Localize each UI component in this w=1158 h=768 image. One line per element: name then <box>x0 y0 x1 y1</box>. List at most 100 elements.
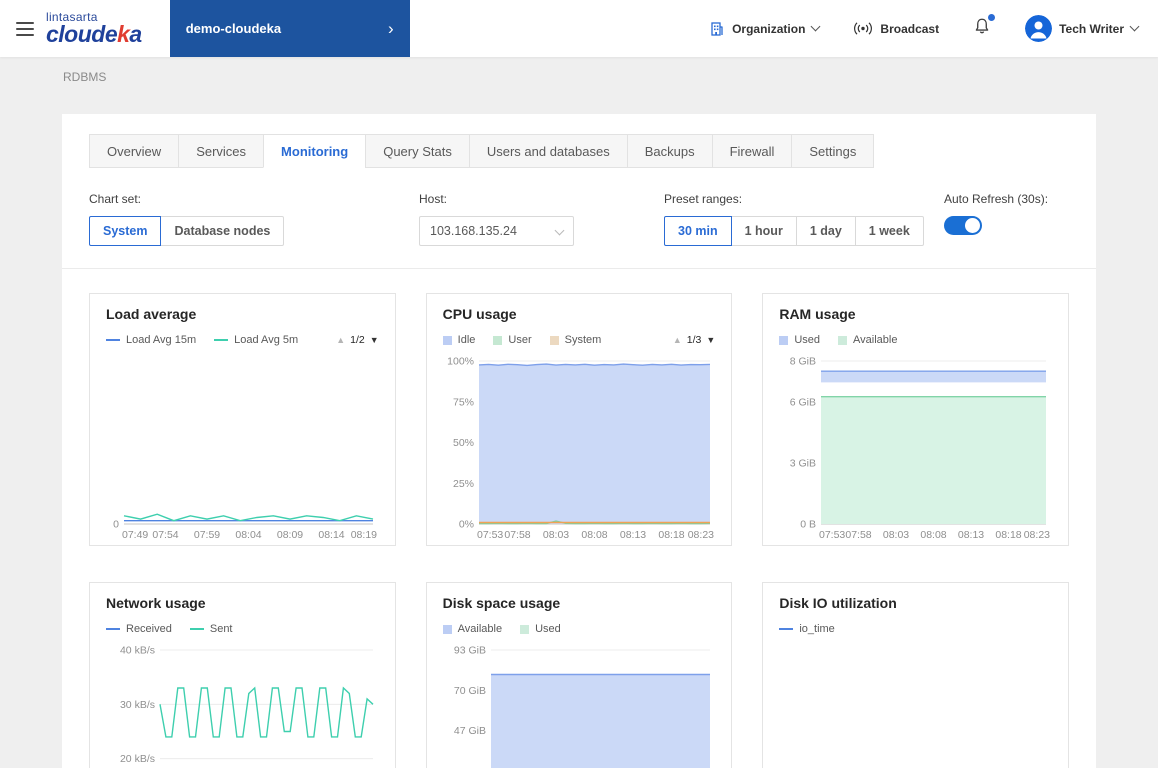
notification-dot <box>988 14 995 21</box>
tab-overview[interactable]: Overview <box>89 134 179 168</box>
legend-item-load-avg-15m[interactable]: Load Avg 15m <box>106 334 196 346</box>
auto-refresh-toggle[interactable] <box>944 216 982 235</box>
legend-item-received[interactable]: Received <box>106 623 172 635</box>
chart-card-disk-space-usage: Disk space usageAvailableUsed93 GiB70 Gi… <box>426 582 733 768</box>
app-header: lintasarta cloudeka demo-cloudeka › Orga… <box>0 0 1158 57</box>
tab-settings[interactable]: Settings <box>791 134 874 168</box>
svg-text:6 GiB: 6 GiB <box>790 396 816 408</box>
chart-canvas: 93 GiB70 GiB47 GiB23 GiB <box>443 643 716 768</box>
svg-text:07:59: 07:59 <box>194 529 220 541</box>
tab-firewall[interactable]: Firewall <box>712 134 793 168</box>
tab-services[interactable]: Services <box>178 134 264 168</box>
legend-marker <box>520 625 529 634</box>
svg-text:0%: 0% <box>458 519 473 531</box>
svg-text:08:14: 08:14 <box>318 529 344 541</box>
legend-item-available[interactable]: Available <box>443 623 502 635</box>
legend-label: Used <box>535 623 561 635</box>
chart-set-label: Chart set: <box>89 192 419 206</box>
legend-label: Load Avg 15m <box>126 334 196 346</box>
legend-item-used[interactable]: Used <box>779 334 820 346</box>
legend-label: Sent <box>210 623 233 635</box>
auto-refresh-group: Auto Refresh (30s): <box>944 192 1069 235</box>
chart-title: RAM usage <box>779 306 1052 322</box>
svg-text:75%: 75% <box>453 396 474 408</box>
chart-controls: Chart set: SystemDatabase nodes Host: 10… <box>89 192 1069 246</box>
legend-page-up-icon[interactable]: ▲ <box>673 335 682 345</box>
tab-users-and-databases[interactable]: Users and databases <box>469 134 628 168</box>
legend-page-up-icon[interactable]: ▲ <box>336 335 345 345</box>
tab-bar: OverviewServicesMonitoringQuery StatsUse… <box>89 134 1069 168</box>
chart-set-button-system[interactable]: System <box>89 216 161 246</box>
legend-item-load-avg-5m[interactable]: Load Avg 5m <box>214 334 298 346</box>
legend-marker <box>190 628 204 630</box>
svg-text:70 GiB: 70 GiB <box>454 685 486 697</box>
chart-canvas: 8 GiB6 GiB3 GiB0 B07:5307:5808:0308:0808… <box>779 354 1052 542</box>
legend-pager: ▲1/3▼ <box>673 334 715 346</box>
legend-marker <box>550 336 559 345</box>
preset-button-30-min[interactable]: 30 min <box>664 216 732 246</box>
svg-text:08:04: 08:04 <box>235 529 261 541</box>
broadcast-button[interactable]: Broadcast <box>853 21 939 36</box>
legend-marker <box>779 628 793 630</box>
tab-backups[interactable]: Backups <box>627 134 713 168</box>
chart-set-button-group: SystemDatabase nodes <box>89 216 284 246</box>
tab-monitoring[interactable]: Monitoring <box>263 134 366 168</box>
chart-card-ram-usage: RAM usageUsedAvailable8 GiB6 GiB3 GiB0 B… <box>762 293 1069 546</box>
svg-text:08:13: 08:13 <box>620 529 646 541</box>
chart-title: Load average <box>106 306 379 322</box>
chart-card-load-average: Load average Load Avg 15m Load Avg 5m ▲ 1/2 ▼… <box>89 293 396 546</box>
svg-text:08:13: 08:13 <box>958 529 984 541</box>
user-menu[interactable]: Tech Writer <box>1025 15 1138 42</box>
legend-item-user[interactable]: User <box>493 334 531 346</box>
chart-card-cpu-usage: CPU usageIdleUserSystem▲1/3▼100%75%50%25… <box>426 293 733 546</box>
host-select[interactable]: 103.168.135.24 <box>419 216 574 246</box>
charts-grid: Load average Load Avg 15m Load Avg 5m ▲ 1/2 ▼… <box>89 293 1069 768</box>
svg-text:93 GiB: 93 GiB <box>454 645 486 657</box>
rdbms-detail-card: OverviewServicesMonitoringQuery StatsUse… <box>62 114 1096 768</box>
chart-set-button-database-nodes[interactable]: Database nodes <box>160 216 284 246</box>
chart-legend: Available Used <box>443 621 716 637</box>
chart-set-group: Chart set: SystemDatabase nodes <box>89 192 419 246</box>
chart-title: CPU usage <box>443 306 716 322</box>
preset-button-1-day[interactable]: 1 day <box>796 216 856 246</box>
chart-canvas: 40 kB/s30 kB/s20 kB/s10 kB/s <box>106 643 379 768</box>
legend-item-used[interactable]: Used <box>520 623 561 635</box>
svg-text:47 GiB: 47 GiB <box>454 725 486 737</box>
organization-menu[interactable]: Organization <box>709 21 819 37</box>
preset-button-1-hour[interactable]: 1 hour <box>731 216 797 246</box>
preset-button-1-week[interactable]: 1 week <box>855 216 924 246</box>
legend-item-io-time[interactable]: io_time <box>779 623 834 635</box>
tab-query-stats[interactable]: Query Stats <box>365 134 470 168</box>
legend-marker <box>443 336 452 345</box>
legend-marker <box>214 339 228 341</box>
legend-pager: ▲ 1/2 ▼ <box>336 334 378 346</box>
svg-text:08:19: 08:19 <box>351 529 377 541</box>
legend-page-down-icon[interactable]: ▼ <box>706 335 715 345</box>
chart-legend: Idle User System ▲1/3▼ <box>443 332 716 348</box>
organization-label: Organization <box>732 22 805 36</box>
brand-logo-main-text: cloudeka <box>46 23 142 46</box>
legend-label: Available <box>458 623 502 635</box>
legend-page-indicator: 1/2 <box>350 334 365 346</box>
svg-text:08:18: 08:18 <box>658 529 684 541</box>
svg-text:08:08: 08:08 <box>581 529 607 541</box>
menu-icon[interactable] <box>0 22 44 36</box>
svg-text:100%: 100% <box>447 356 474 368</box>
broadcast-label: Broadcast <box>880 22 939 36</box>
legend-item-available[interactable]: Available <box>838 334 897 346</box>
svg-text:08:23: 08:23 <box>1024 529 1050 541</box>
broadcast-icon <box>853 21 873 36</box>
legend-label: System <box>565 334 602 346</box>
project-selector[interactable]: demo-cloudeka › <box>170 0 410 57</box>
chart-canvas: 007:4907:5407:5908:0408:0908:1408:19 <box>106 354 379 542</box>
svg-text:30 kB/s: 30 kB/s <box>120 699 155 711</box>
legend-label: Received <box>126 623 172 635</box>
section-divider <box>62 268 1096 269</box>
legend-item-system[interactable]: System <box>550 334 602 346</box>
svg-text:25%: 25% <box>453 478 474 490</box>
legend-item-sent[interactable]: Sent <box>190 623 233 635</box>
legend-item-idle[interactable]: Idle <box>443 334 476 346</box>
legend-page-down-icon[interactable]: ▼ <box>370 335 379 345</box>
svg-text:8 GiB: 8 GiB <box>790 356 816 368</box>
notifications-button[interactable] <box>973 17 991 40</box>
